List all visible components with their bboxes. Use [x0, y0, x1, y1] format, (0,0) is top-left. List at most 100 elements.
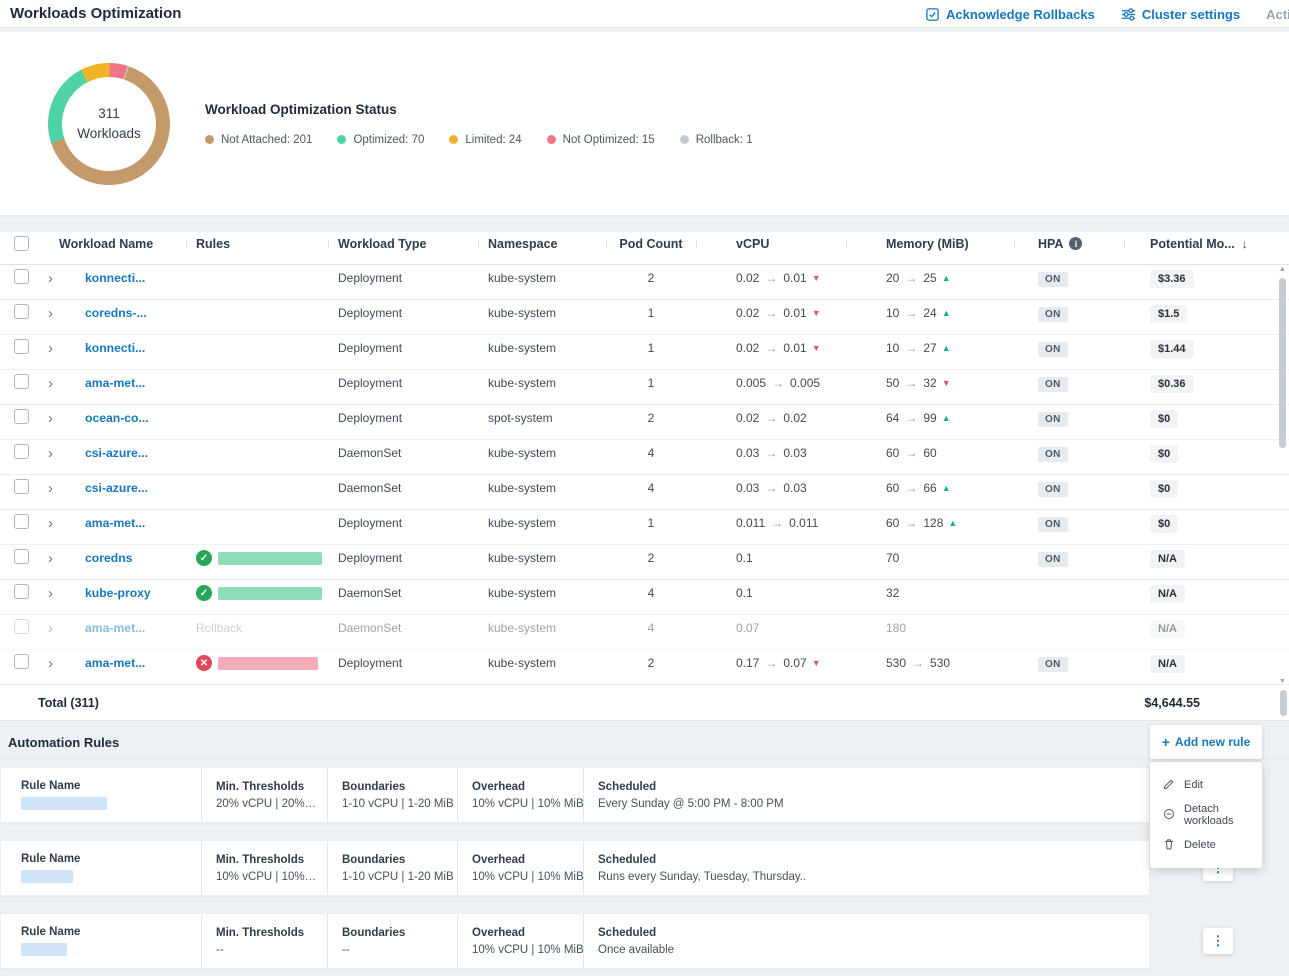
scheduled-label: Scheduled: [598, 854, 1135, 866]
acknowledge-rollbacks-icon: [925, 7, 940, 22]
workload-type-cell: Deployment: [328, 551, 478, 565]
row-checkbox[interactable]: [14, 409, 29, 424]
workload-name-link[interactable]: coredns-...: [85, 306, 147, 320]
expand-chevron-icon[interactable]: [48, 410, 53, 427]
table-row[interactable]: konnecti... Deployment kube-system 2 0.0…: [0, 265, 1289, 300]
scroll-up-icon[interactable]: [1278, 266, 1287, 273]
workload-name-link[interactable]: csi-azure...: [85, 481, 148, 495]
namespace-cell: kube-system: [478, 341, 606, 355]
table-row[interactable]: ama-met... Deployment kube-system 1 0.01…: [0, 510, 1289, 545]
namespace-cell: kube-system: [478, 586, 606, 600]
row-checkbox[interactable]: [14, 549, 29, 564]
table-row[interactable]: ama-met... Deployment kube-system 1 0.00…: [0, 370, 1289, 405]
workload-status-donut: 311 Workloads: [48, 63, 170, 185]
column-header-potential[interactable]: Potential Mo...: [1124, 232, 1289, 256]
expand-chevron-icon[interactable]: [48, 550, 53, 567]
workload-name-link[interactable]: coredns: [85, 551, 132, 565]
menu-item-detach-workloads[interactable]: Detach workloads: [1150, 800, 1262, 830]
workload-name-link[interactable]: ocean-co...: [85, 411, 149, 425]
row-checkbox[interactable]: [14, 514, 29, 529]
table-row[interactable]: konnecti... Deployment kube-system 1 0.0…: [0, 335, 1289, 370]
acknowledge-rollbacks-button[interactable]: Acknowledge Rollbacks: [925, 7, 1095, 22]
page-title: Workloads Optimization: [10, 5, 181, 22]
vcpu-cell: 0.17 0.07 ▼: [696, 656, 846, 670]
overhead-value: 10% vCPU | 10% MiB: [472, 944, 569, 956]
expand-chevron-icon[interactable]: [48, 270, 53, 287]
expand-chevron-icon[interactable]: [48, 305, 53, 322]
table-row[interactable]: csi-azure... DaemonSet kube-system 4 0.0…: [0, 440, 1289, 475]
row-checkbox[interactable]: [14, 269, 29, 284]
column-header-hpa[interactable]: HPA i: [1014, 232, 1124, 256]
overhead-label: Overhead: [472, 781, 569, 793]
table-row[interactable]: csi-azure... DaemonSet kube-system 4 0.0…: [0, 475, 1289, 510]
column-header-namespace[interactable]: Namespace: [478, 232, 606, 256]
legend-item: Rollback: 1: [680, 134, 753, 146]
menu-item-delete[interactable]: Delete: [1150, 830, 1262, 860]
automation-rules-list: Rule Name Min. Thresholds 20% vCPU | 20%…: [0, 767, 1150, 969]
expand-chevron-icon[interactable]: [48, 445, 53, 462]
vcpu-trend-icon: ▼: [812, 273, 821, 283]
row-checkbox[interactable]: [14, 304, 29, 319]
expand-chevron-icon[interactable]: [48, 340, 53, 357]
potential-savings-badge: N/A: [1150, 550, 1185, 568]
workload-name-link[interactable]: csi-azure...: [85, 446, 148, 460]
column-header-pod-count[interactable]: Pod Count: [606, 232, 696, 256]
menu-item-edit[interactable]: Edit: [1150, 770, 1262, 800]
actions-button[interactable]: Actions: [1266, 7, 1289, 22]
table-row[interactable]: ama-met... Rollback DaemonSet kube-syste…: [0, 615, 1289, 650]
workload-name-link[interactable]: konnecti...: [85, 341, 145, 355]
expand-chevron-icon[interactable]: [48, 480, 53, 497]
overhead-label: Overhead: [472, 927, 569, 939]
workload-type-cell: Deployment: [328, 306, 478, 320]
table-row[interactable]: coredns Deployment kube-system 2 0.1 70 …: [0, 545, 1289, 580]
arrow-right-icon: [772, 376, 784, 390]
workload-name-link[interactable]: ama-met...: [85, 516, 145, 530]
expand-chevron-icon[interactable]: [48, 655, 53, 672]
cluster-settings-button[interactable]: Cluster settings: [1121, 7, 1240, 22]
automation-rule-card: Rule Name Min. Thresholds 10% vCPU | 10%…: [0, 840, 1150, 896]
row-checkbox[interactable]: [14, 619, 29, 634]
memory-cell: 180: [846, 621, 1014, 635]
expand-chevron-icon[interactable]: [48, 515, 53, 532]
row-checkbox[interactable]: [14, 339, 29, 354]
thresholds-label: Min. Thresholds: [216, 854, 313, 866]
expand-chevron-icon[interactable]: [48, 620, 53, 637]
vcpu-trend-icon: ▼: [812, 308, 821, 318]
add-new-rule-button[interactable]: Add new rule: [1150, 725, 1262, 759]
column-header-rules[interactable]: Rules: [186, 232, 328, 256]
memory-cell: 60 128 ▲: [846, 516, 1014, 530]
expand-chevron-icon[interactable]: [48, 375, 53, 392]
hpa-info-icon[interactable]: i: [1069, 237, 1082, 250]
column-header-memory[interactable]: Memory (MiB): [846, 232, 1014, 256]
rule-kebab-menu-button[interactable]: [1203, 928, 1233, 954]
rules-cell: [186, 585, 328, 601]
workload-name-link[interactable]: ama-met...: [85, 621, 145, 635]
table-row[interactable]: ocean-co... Deployment spot-system 2 0.0…: [0, 405, 1289, 440]
workload-name-link[interactable]: konnecti...: [85, 271, 145, 285]
scrollbar-thumb[interactable]: [1279, 278, 1286, 448]
table-scrollbar[interactable]: [1278, 268, 1287, 683]
row-checkbox[interactable]: [14, 479, 29, 494]
workload-name-link[interactable]: ama-met...: [85, 656, 145, 670]
column-header-vcpu[interactable]: vCPU: [696, 232, 846, 256]
row-checkbox[interactable]: [14, 374, 29, 389]
column-header-workload-type[interactable]: Workload Type: [328, 232, 478, 256]
workload-type-cell: Deployment: [328, 411, 478, 425]
workload-name-link[interactable]: ama-met...: [85, 376, 145, 390]
workload-name-link[interactable]: kube-proxy: [85, 586, 151, 600]
table-row[interactable]: kube-proxy DaemonSet kube-system 4 0.1 3…: [0, 580, 1289, 615]
pod-count-cell: 2: [606, 656, 696, 670]
row-checkbox[interactable]: [14, 654, 29, 669]
scroll-down-icon[interactable]: [1278, 678, 1287, 685]
select-all-checkbox[interactable]: [14, 236, 29, 251]
row-checkbox[interactable]: [14, 584, 29, 599]
scrollbar-thumb-secondary[interactable]: [1280, 690, 1287, 716]
row-checkbox[interactable]: [14, 444, 29, 459]
expand-chevron-icon[interactable]: [48, 585, 53, 602]
legend-label: Optimized: 70: [353, 134, 424, 146]
overhead-value: 10% vCPU | 10% MiB: [472, 871, 569, 883]
table-row[interactable]: coredns-... Deployment kube-system 1 0.0…: [0, 300, 1289, 335]
column-header-workload-name[interactable]: Workload Name: [40, 232, 186, 256]
table-row[interactable]: ama-met... Deployment kube-system 2 0.17…: [0, 650, 1289, 685]
potential-savings-badge: N/A: [1150, 620, 1185, 638]
